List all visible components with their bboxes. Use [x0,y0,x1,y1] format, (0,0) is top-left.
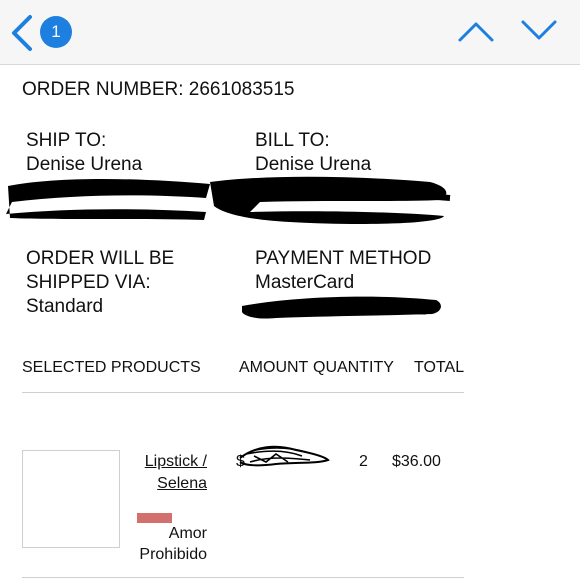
table-header-divider [22,392,464,393]
ship-to-section: SHIP TO: Denise Urena [26,129,142,177]
total-cell: $36.00 [392,453,441,470]
color-swatch [137,513,172,523]
amount-redaction [239,445,330,467]
header-amount: AMOUNT [239,359,309,376]
chevron-up-icon [458,22,494,42]
card-number-redaction [242,296,441,319]
product-thumbnail[interactable] [22,450,120,548]
product-link[interactable]: Lipstick / Selena [120,451,207,495]
bill-to-label: BILL TO: [255,130,330,151]
next-message-button[interactable] [520,16,558,46]
order-number: ORDER NUMBER: 2661083515 [22,79,295,100]
shipping-method-section: ORDER WILL BE SHIPPED VIA: Standard [26,247,174,319]
payment-method-section: PAYMENT METHOD MasterCard [255,247,431,295]
shipping-label-line1: ORDER WILL BE [26,248,175,269]
header-total: TOTAL [414,359,465,376]
chevron-down-icon [521,20,557,40]
previous-message-button[interactable] [457,18,495,48]
payment-label: PAYMENT METHOD [255,248,432,269]
table-bottom-divider [22,577,464,578]
product-variant: Amor Prohibido [139,525,207,563]
shipping-value: Standard [26,296,104,317]
bill-to-section: BILL TO: Denise Urena [255,129,371,177]
unread-count-badge: 1 [40,16,72,48]
quantity-cell: 2 [359,453,368,470]
header-quantity: QUANTITY [313,359,394,376]
header-selected-products: SELECTED PRODUCTS [22,359,201,376]
chevron-left-icon [12,15,32,51]
address-redaction [6,176,451,224]
navigation-bar: 1 [0,0,580,65]
ship-to-label: SHIP TO: [26,130,107,151]
shipping-label-line2: SHIPPED VIA: [26,272,151,293]
back-button[interactable]: 1 [10,12,76,52]
